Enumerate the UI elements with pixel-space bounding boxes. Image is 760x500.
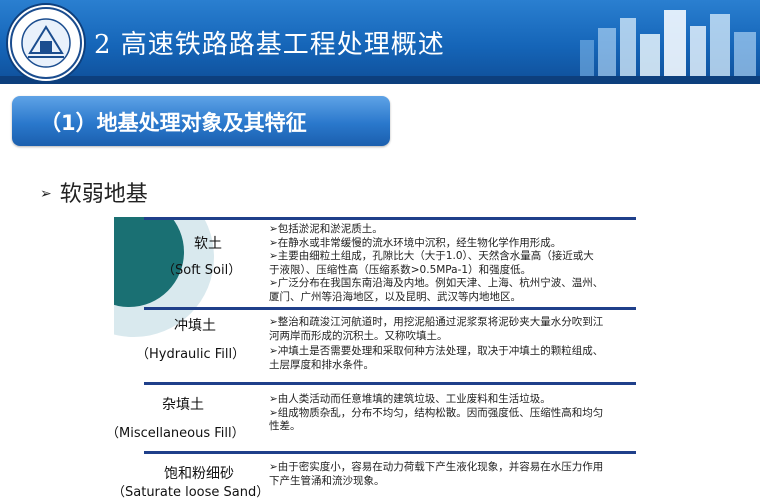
row-name-cn: 冲填土 [174, 318, 216, 334]
description-line: ➢主要由细粒土组成，孔隙比大（大于1.0）、天然含水量高（接近或大于液限）、压缩… [269, 250, 594, 276]
description-line: ➢包括淤泥和淤泥质土。 [269, 223, 383, 235]
table-rule [144, 307, 636, 310]
row-name-en: （Hydraulic Fill） [136, 347, 246, 362]
description-line: ➢整治和疏浚江河航道时，用挖泥船通过泥浆泵将泥砂夹大量水分吹到江河两岸而形成的沉… [269, 316, 604, 342]
row-name-cn: 杂填土 [162, 397, 204, 413]
row-description: ➢由于密实度小，容易在动力荷载下产生液化现象，并容易在水压力作用下产生管涌和流沙… [269, 461, 604, 488]
header-underline-bar [0, 76, 760, 84]
row-name-en: （Soft Soil） [162, 263, 242, 278]
table-rule [144, 217, 636, 220]
city-skyline-graphic [580, 10, 756, 76]
university-logo [6, 3, 86, 83]
row-name-en: （Miscellaneous Fill） [114, 426, 245, 441]
description-line: ➢广泛分布在我国东南沿海及内地。例如天津、上海、杭州宁波、温州、厦门、广州等沿海… [269, 277, 604, 303]
bullet-soft-ground: ➢ 软弱地基 [40, 176, 148, 208]
section-heading-box: （1）地基处理对象及其特征 [12, 96, 390, 146]
row-name-cn: 软土 [194, 236, 222, 252]
table-rule [144, 382, 636, 385]
row-description: ➢包括淤泥和淤泥质土。 ➢在静水或非常缓慢的流水环境中沉积，经生物化学作用形成。… [269, 223, 604, 304]
soft-ground-table: 软土 （Soft Soil） ➢包括淤泥和淤泥质土。 ➢在静水或非常缓慢的流水环… [114, 217, 654, 500]
row-description: ➢由人类活动而任意堆填的建筑垃圾、工业废料和生活垃圾。 ➢组成物质杂乱，分布不均… [269, 393, 604, 434]
table-rule [144, 451, 636, 454]
bullet-arrow-icon: ➢ [40, 186, 52, 202]
section-title: （1）地基处理对象及其特征 [40, 111, 307, 135]
row-name-cn: 饱和粉细砂 [164, 466, 234, 482]
description-line: ➢由人类活动而任意堆填的建筑垃圾、工业废料和生活垃圾。 [269, 393, 551, 405]
row-name-en: （Saturate loose Sand） [114, 485, 270, 500]
row-description: ➢整治和疏浚江河航道时，用挖泥船通过泥浆泵将泥砂夹大量水分吹到江河两岸而形成的沉… [269, 316, 604, 372]
slide-title: 2 高速铁路路基工程处理概述 [94, 30, 445, 60]
description-line: ➢组成物质杂乱，分布不均匀，结构松散。因而强度低、压缩性高和均匀性差。 [269, 406, 604, 433]
bullet-text: 软弱地基 [59, 182, 148, 207]
university-seal-icon [10, 7, 82, 79]
description-line: ➢在静水或非常缓慢的流水环境中沉积，经生物化学作用形成。 [269, 236, 562, 249]
description-line: ➢冲填土是否需要处理和采取何种方法处理，取决于冲填土的颗粒组成、土层厚度和排水条… [269, 345, 604, 371]
description-line: ➢由于密实度小，容易在动力荷载下产生液化现象，并容易在水压力作用下产生管涌和流沙… [269, 461, 604, 487]
